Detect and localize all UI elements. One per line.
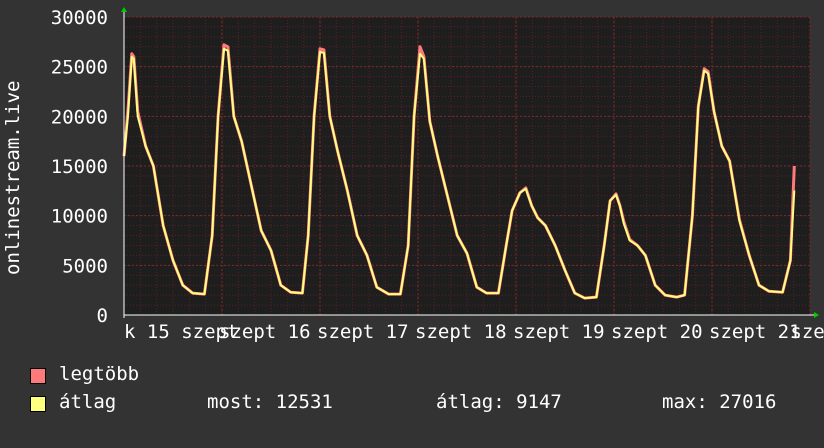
- y-tick-label: 25000: [51, 57, 108, 79]
- x-tick-label: szept 18: [415, 321, 507, 343]
- x-tick-label: szept 20: [611, 321, 703, 343]
- y-axis-label: onlinestream.live: [2, 81, 24, 275]
- legend-swatch-max: [30, 368, 46, 384]
- y-axis-arrow: [121, 7, 127, 12]
- x-tick-label: szept 21: [709, 321, 801, 343]
- y-tick-label: 10000: [51, 206, 108, 228]
- legend-item-avg: átlag: [30, 391, 116, 448]
- y-tick-label: 30000: [51, 7, 108, 29]
- stat-average: átlag: 9147: [436, 391, 562, 413]
- stat-current: most: 12531: [207, 391, 333, 413]
- y-tick-label: 15000: [51, 156, 108, 178]
- y-tick-label: 5000: [62, 255, 108, 277]
- x-tick-label: szept 19: [513, 321, 605, 343]
- x-tick-label: szept 17: [317, 321, 409, 343]
- x-tick-label: szept: [790, 321, 824, 343]
- legend-swatch-avg: [30, 396, 46, 412]
- legend-label-avg: átlag: [59, 391, 117, 413]
- y-axis-label-wrap: onlinestream.live: [2, 81, 24, 275]
- x-tick-label: szept 16: [219, 321, 311, 343]
- x-axis-arrow: [814, 312, 819, 318]
- y-tick-label: 0: [97, 305, 108, 327]
- legend-label-max: legtöbb: [59, 363, 140, 385]
- y-tick-label: 20000: [51, 106, 108, 128]
- stat-maximum: max: 27016: [662, 391, 777, 413]
